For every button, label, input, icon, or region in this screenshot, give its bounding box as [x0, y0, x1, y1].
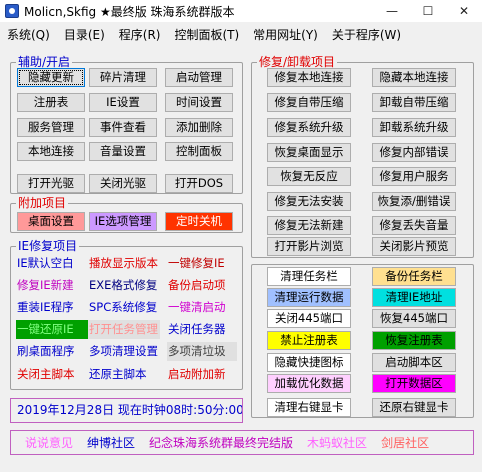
feedback-link[interactable]: 说说意见: [25, 434, 73, 451]
task-button[interactable]: 启动脚本区: [372, 353, 456, 372]
repair-button[interactable]: 关闭影片预览: [372, 237, 456, 256]
repair-button[interactable]: 修复本地连接: [267, 68, 351, 87]
ie-repair-item[interactable]: 打开任务管理: [88, 320, 160, 339]
menu-control-panel[interactable]: 控制面板(T): [167, 26, 246, 43]
footer-links: 说说意见 绅博社区 纪念珠海系统群最终完结版 木蚂蚁社区 剑居社区: [10, 430, 474, 455]
window-title: Molicn,Skfig ★最终版 珠海系统群版本: [24, 4, 235, 19]
ie-repair-item[interactable]: 一键还原IE: [16, 320, 88, 339]
assist-button[interactable]: 碎片清理: [89, 68, 157, 87]
ie-repair-item[interactable]: EXE格式修复: [88, 276, 160, 295]
task-button[interactable]: 打开数据区: [372, 374, 456, 393]
additional-button[interactable]: 定时关机: [165, 212, 233, 231]
repair-button[interactable]: 卸载系统升级: [372, 118, 456, 137]
assist-button[interactable]: 事件查看: [89, 118, 157, 137]
ie-repair-group-title: IE修复项目: [16, 239, 80, 253]
app-icon: [5, 4, 19, 18]
task-button[interactable]: 禁止注册表: [267, 331, 351, 350]
task-button[interactable]: 隐藏快捷图标: [267, 353, 351, 372]
menu-directory[interactable]: 目录(E): [57, 26, 112, 43]
repair-button[interactable]: 修复无法新建: [267, 216, 351, 235]
repair-button[interactable]: 修复丢失音量: [372, 216, 456, 235]
task-button[interactable]: 加载优化数据: [267, 374, 351, 393]
assist-button[interactable]: 本地连接: [17, 142, 85, 161]
repair-button[interactable]: 修复系统升级: [267, 118, 351, 137]
mumayi-community-link[interactable]: 木蚂蚁社区: [307, 434, 367, 451]
ie-repair-item[interactable]: 修复IE新建: [16, 276, 88, 295]
assist-button[interactable]: 时间设置: [165, 93, 233, 112]
task-button[interactable]: 清理任务栏: [267, 267, 351, 286]
repair-button[interactable]: 修复内部错误: [372, 143, 456, 162]
assist-button[interactable]: 打开DOS: [165, 174, 233, 193]
community-link[interactable]: 绅博社区: [87, 434, 135, 451]
clock-status: 2019年12月28日 现在时钟08时:50分:00秒: [10, 398, 243, 423]
ie-repair-item[interactable]: SPC系统修复: [88, 298, 160, 317]
repair-button[interactable]: 修复无法安装: [267, 192, 351, 211]
assist-button[interactable]: IE设置: [89, 93, 157, 112]
task-button[interactable]: 关闭445端口: [267, 309, 351, 328]
ie-repair-item[interactable]: 关闭任务器: [167, 320, 237, 339]
additional-button[interactable]: 桌面设置: [17, 212, 85, 231]
assist-button[interactable]: 关闭光驱: [89, 174, 157, 193]
title-bar: Molicn,Skfig ★最终版 珠海系统群版本 — ☐ ✕: [0, 0, 482, 22]
additional-group-title: 附加项目: [16, 196, 69, 210]
ie-repair-item[interactable]: 启动附加新: [167, 365, 237, 384]
menu-common-urls[interactable]: 常用网址(Y): [246, 26, 325, 43]
minimize-button[interactable]: —: [374, 0, 410, 22]
close-button[interactable]: ✕: [446, 0, 482, 22]
assist-button[interactable]: 控制面板: [165, 142, 233, 161]
assist-group-title: 辅助/开启: [16, 55, 73, 69]
assist-button[interactable]: 启动管理: [165, 68, 233, 87]
task-button[interactable]: 清理右键显卡: [267, 398, 351, 417]
ie-repair-item[interactable]: 还原主脚本: [88, 365, 160, 384]
repair-button[interactable]: 隐藏本地连接: [372, 68, 456, 87]
assist-button[interactable]: 音量设置: [89, 142, 157, 161]
repair-group-title: 修复/卸载项目: [257, 55, 338, 69]
menu-system[interactable]: 系统(Q): [0, 26, 57, 43]
menu-about[interactable]: 关于程序(W): [325, 26, 408, 43]
assist-button[interactable]: 注册表: [17, 93, 85, 112]
assist-button[interactable]: 隐藏更新: [17, 68, 85, 87]
assist-button[interactable]: 打开光驱: [17, 174, 85, 193]
maximize-button[interactable]: ☐: [410, 0, 446, 22]
task-button[interactable]: 备份任务栏: [372, 267, 456, 286]
ie-repair-item[interactable]: 关闭主脚本: [16, 365, 88, 384]
assist-button[interactable]: 添加删除: [165, 118, 233, 137]
ie-repair-item[interactable]: 播放显示版本: [88, 254, 160, 273]
task-button[interactable]: 清理IE地址: [372, 288, 456, 307]
memorial-link[interactable]: 纪念珠海系统群最终完结版: [149, 434, 293, 451]
ie-repair-item[interactable]: IE默认空白: [16, 254, 88, 273]
ie-repair-item[interactable]: 一键清启动: [167, 298, 237, 317]
task-button[interactable]: 还原右键显卡: [372, 398, 456, 417]
ie-repair-item[interactable]: 多项清理设置: [88, 342, 160, 361]
ie-repair-item[interactable]: 刷桌面程序: [16, 342, 88, 361]
repair-button[interactable]: 卸载自带压缩: [372, 93, 456, 112]
task-button[interactable]: 恢复注册表: [372, 331, 456, 350]
repair-button[interactable]: 恢复桌面显示: [267, 143, 351, 162]
assist-button[interactable]: 服务管理: [17, 118, 85, 137]
ie-repair-item[interactable]: 多项清垃圾: [167, 342, 237, 361]
repair-button[interactable]: 修复自带压缩: [267, 93, 351, 112]
menu-bar: 系统(Q) 目录(E) 程序(R) 控制面板(T) 常用网址(Y) 关于程序(W…: [0, 22, 482, 46]
repair-button[interactable]: 恢复添/删错误: [372, 192, 456, 211]
ie-repair-item[interactable]: 备份启动项: [167, 276, 237, 295]
additional-button[interactable]: IE选项管理: [89, 212, 157, 231]
ie-repair-item[interactable]: 重装IE程序: [16, 298, 88, 317]
jianju-community-link[interactable]: 剑居社区: [381, 434, 429, 451]
repair-button[interactable]: 打开影片浏览: [267, 237, 351, 256]
ie-repair-item[interactable]: 一键修复IE: [167, 254, 237, 273]
repair-button[interactable]: 恢复无反应: [267, 167, 351, 186]
repair-button[interactable]: 修复用户服务: [372, 167, 456, 186]
menu-program[interactable]: 程序(R): [112, 26, 168, 43]
task-button[interactable]: 恢复445端口: [372, 309, 456, 328]
task-button[interactable]: 清理运行数据: [267, 288, 351, 307]
